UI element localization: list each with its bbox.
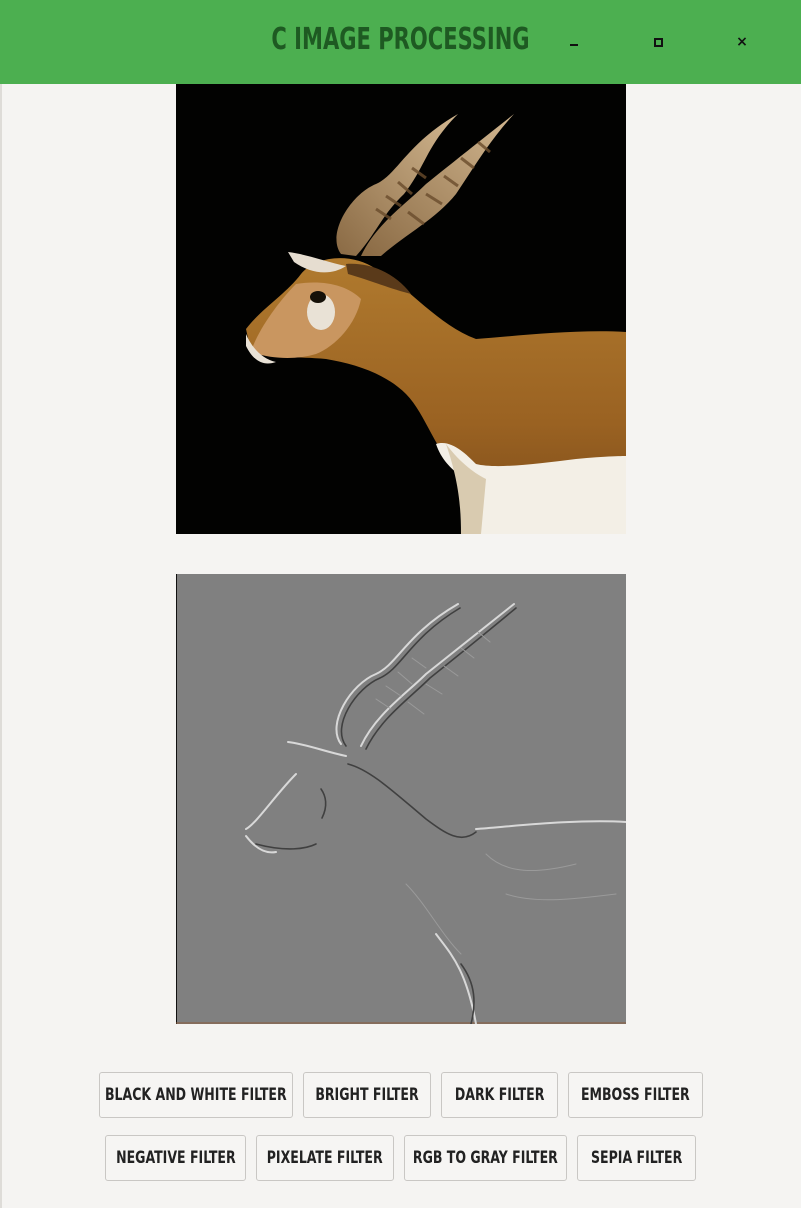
- button-label: Pixelate Filter: [267, 1148, 383, 1168]
- bright-filter-button[interactable]: Bright Filter: [303, 1072, 431, 1118]
- maximize-button[interactable]: [644, 28, 672, 56]
- negative-filter-button[interactable]: Negative Filter: [105, 1135, 246, 1181]
- close-icon: ×: [736, 34, 748, 50]
- minimize-icon: [570, 44, 578, 46]
- title-bar: C Image Processing ×: [0, 0, 801, 84]
- antelope-photo: [176, 84, 626, 534]
- emboss-filter-button[interactable]: Emboss Filter: [568, 1072, 703, 1118]
- button-label: Black and White Filter: [105, 1085, 287, 1105]
- button-label: Sepia Filter: [590, 1148, 683, 1168]
- antelope-emboss-photo: [176, 574, 626, 1024]
- rgb-to-gray-filter-button[interactable]: RGB to Gray Filter: [404, 1135, 567, 1181]
- button-label: RGB to Gray Filter: [413, 1148, 558, 1168]
- window-left-border: [0, 84, 2, 1208]
- close-button[interactable]: ×: [728, 28, 756, 56]
- button-label: Bright Filter: [315, 1085, 419, 1105]
- button-label: Emboss Filter: [581, 1085, 690, 1105]
- black-and-white-filter-button[interactable]: Black and White Filter: [99, 1072, 293, 1118]
- button-label: Negative Filter: [115, 1148, 236, 1168]
- button-label: Dark Filter: [454, 1085, 545, 1105]
- sepia-filter-button[interactable]: Sepia Filter: [577, 1135, 696, 1181]
- maximize-icon: [653, 37, 663, 47]
- minimize-button[interactable]: [560, 28, 588, 56]
- filtered-image: [176, 574, 626, 1024]
- original-image: [176, 84, 626, 534]
- pixelate-filter-button[interactable]: Pixelate Filter: [256, 1135, 394, 1181]
- dark-filter-button[interactable]: Dark Filter: [441, 1072, 558, 1118]
- window-title: C Image Processing: [271, 22, 530, 57]
